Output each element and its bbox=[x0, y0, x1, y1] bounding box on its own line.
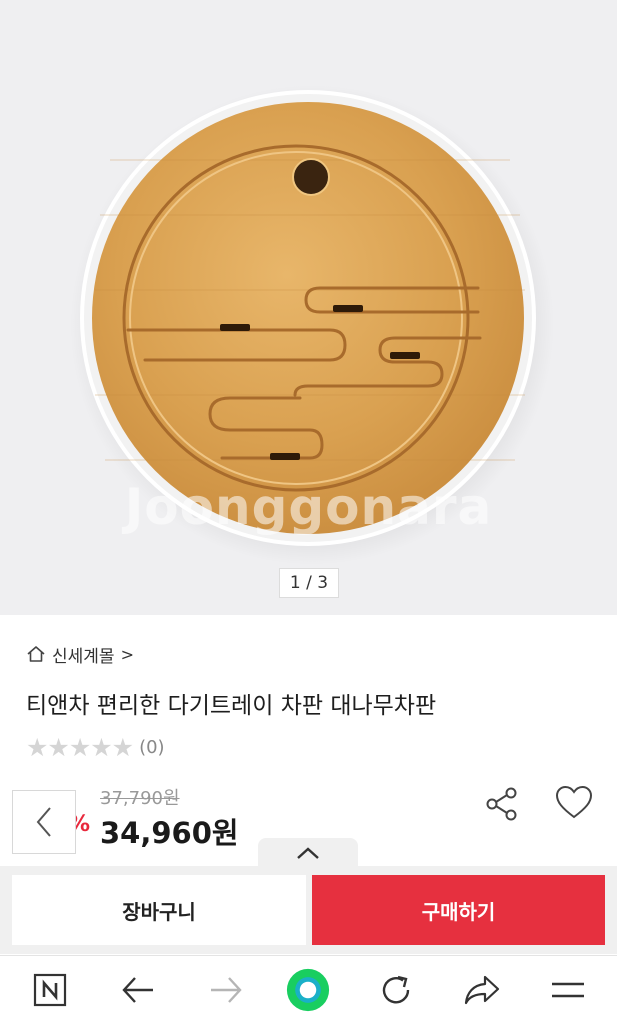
naver-home-button[interactable] bbox=[28, 968, 72, 1012]
store-chevron: > bbox=[120, 644, 134, 664]
wishlist-button[interactable] bbox=[554, 784, 594, 822]
reload-button[interactable] bbox=[374, 968, 418, 1012]
menu-button[interactable] bbox=[546, 968, 590, 1012]
back-button[interactable] bbox=[116, 968, 160, 1012]
store-name: 신세계몰 bbox=[52, 646, 115, 667]
image-page-indicator: 1 / 3 bbox=[279, 568, 339, 598]
review-count: (0) bbox=[139, 736, 165, 758]
share-page-button[interactable] bbox=[460, 968, 504, 1012]
browser-navigation-bar bbox=[0, 955, 617, 1024]
chevron-left-icon bbox=[36, 807, 51, 837]
green-circle-icon bbox=[286, 968, 330, 1012]
expand-handle[interactable] bbox=[258, 838, 358, 868]
watermark: Joonggonara bbox=[124, 478, 493, 536]
hamburger-menu-icon bbox=[552, 982, 584, 998]
naver-n-icon bbox=[33, 973, 67, 1007]
share-arrow-icon bbox=[464, 975, 500, 1005]
buy-now-button[interactable]: 구매하기 bbox=[312, 875, 605, 945]
store-link[interactable]: 신세계몰 > bbox=[26, 642, 134, 667]
share-icon bbox=[486, 787, 517, 821]
product-title: 티앤차 편리한 다기트레이 차판 대나무차판 bbox=[26, 693, 437, 719]
naver-green-button[interactable] bbox=[286, 968, 330, 1012]
add-to-cart-button[interactable]: 장바구니 bbox=[12, 875, 306, 945]
home-icon bbox=[27, 646, 45, 662]
rating-row[interactable]: ★★★★★ (0) bbox=[26, 732, 165, 762]
rating-stars: ★★★★★ bbox=[26, 732, 134, 762]
sale-price: 34,960원 bbox=[100, 816, 239, 850]
previous-button[interactable] bbox=[12, 790, 76, 854]
product-image-gallery[interactable]: Joonggonara 1 / 3 bbox=[0, 0, 617, 615]
share-button[interactable] bbox=[483, 786, 521, 822]
forward-button[interactable] bbox=[204, 968, 248, 1012]
reload-icon bbox=[382, 975, 410, 1004]
chevron-up-icon bbox=[297, 847, 319, 859]
heart-icon bbox=[555, 785, 593, 819]
arrow-left-icon bbox=[122, 977, 153, 1003]
arrow-right-icon bbox=[211, 977, 242, 1003]
original-price: 37,790원 bbox=[100, 788, 180, 809]
